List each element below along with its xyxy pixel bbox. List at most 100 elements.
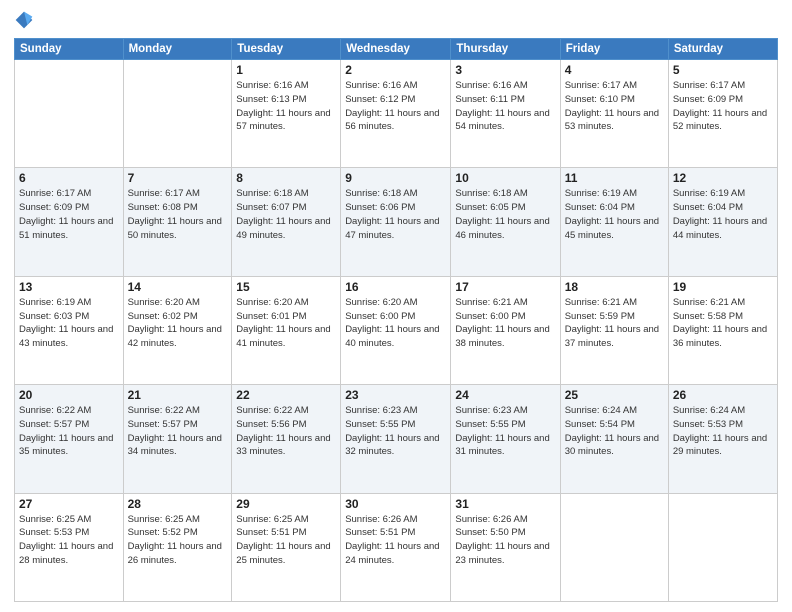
day-info: Sunrise: 6:25 AMSunset: 5:52 PMDaylight:… (128, 513, 228, 568)
day-info: Sunrise: 6:25 AMSunset: 5:51 PMDaylight:… (236, 513, 336, 568)
day-number: 11 (565, 171, 664, 185)
day-info: Sunrise: 6:19 AMSunset: 6:04 PMDaylight:… (673, 187, 773, 242)
calendar-day-cell: 5 Sunrise: 6:17 AMSunset: 6:09 PMDaylight… (668, 60, 777, 168)
weekday-header: Thursday (451, 39, 560, 60)
calendar-day-cell: 17 Sunrise: 6:21 AMSunset: 6:00 PMDayligh… (451, 276, 560, 384)
calendar-week-row: 20 Sunrise: 6:22 AMSunset: 5:57 PMDayligh… (15, 385, 778, 493)
calendar-day-cell: 26 Sunrise: 6:24 AMSunset: 5:53 PMDayligh… (668, 385, 777, 493)
calendar-day-cell: 18 Sunrise: 6:21 AMSunset: 5:59 PMDayligh… (560, 276, 668, 384)
day-number: 7 (128, 171, 228, 185)
calendar-day-cell (668, 493, 777, 601)
logo (14, 10, 40, 30)
day-info: Sunrise: 6:21 AMSunset: 5:58 PMDaylight:… (673, 296, 773, 351)
weekday-header-row: SundayMondayTuesdayWednesdayThursdayFrid… (15, 39, 778, 60)
day-info: Sunrise: 6:26 AMSunset: 5:51 PMDaylight:… (345, 513, 446, 568)
day-info: Sunrise: 6:19 AMSunset: 6:04 PMDaylight:… (565, 187, 664, 242)
calendar-day-cell: 19 Sunrise: 6:21 AMSunset: 5:58 PMDayligh… (668, 276, 777, 384)
day-info: Sunrise: 6:18 AMSunset: 6:05 PMDaylight:… (455, 187, 555, 242)
weekday-header: Monday (123, 39, 232, 60)
day-number: 26 (673, 388, 773, 402)
day-info: Sunrise: 6:26 AMSunset: 5:50 PMDaylight:… (455, 513, 555, 568)
weekday-header: Saturday (668, 39, 777, 60)
calendar-day-cell: 8Sunrise: 6:18 AMSunset: 6:07 PMDaylight… (232, 168, 341, 276)
calendar-day-cell: 24 Sunrise: 6:23 AMSunset: 5:55 PMDayligh… (451, 385, 560, 493)
day-number: 6 (19, 171, 119, 185)
day-info: Sunrise: 6:22 AMSunset: 5:57 PMDaylight:… (19, 404, 119, 459)
day-number: 16 (345, 280, 446, 294)
day-info: Sunrise: 6:17 AMSunset: 6:09 PMDaylight:… (673, 79, 773, 134)
calendar-day-cell: 25Sunrise: 6:24 AMSunset: 5:54 PMDayligh… (560, 385, 668, 493)
logo-icon (14, 10, 34, 30)
day-info: Sunrise: 6:24 AMSunset: 5:53 PMDaylight:… (673, 404, 773, 459)
day-number: 2 (345, 63, 446, 77)
day-info: Sunrise: 6:25 AMSunset: 5:53 PMDaylight:… (19, 513, 119, 568)
day-number: 3 (455, 63, 555, 77)
logo-area (14, 10, 40, 30)
day-number: 13 (19, 280, 119, 294)
calendar-day-cell: 6 Sunrise: 6:17 AMSunset: 6:09 PMDaylight… (15, 168, 124, 276)
calendar-day-cell: 11 Sunrise: 6:19 AMSunset: 6:04 PMDayligh… (560, 168, 668, 276)
day-info: Sunrise: 6:16 AMSunset: 6:13 PMDaylight:… (236, 79, 336, 134)
calendar-day-cell (123, 60, 232, 168)
day-number: 28 (128, 497, 228, 511)
day-info: Sunrise: 6:18 AMSunset: 6:06 PMDaylight:… (345, 187, 446, 242)
day-number: 31 (455, 497, 555, 511)
calendar-table: SundayMondayTuesdayWednesdayThursdayFrid… (14, 38, 778, 602)
calendar-week-row: 1Sunrise: 6:16 AMSunset: 6:13 PMDaylight… (15, 60, 778, 168)
day-number: 10 (455, 171, 555, 185)
day-info: Sunrise: 6:22 AMSunset: 5:57 PMDaylight:… (128, 404, 228, 459)
calendar-day-cell: 14Sunrise: 6:20 AMSunset: 6:02 PMDayligh… (123, 276, 232, 384)
day-info: Sunrise: 6:22 AMSunset: 5:56 PMDaylight:… (236, 404, 336, 459)
day-number: 15 (236, 280, 336, 294)
day-info: Sunrise: 6:17 AMSunset: 6:08 PMDaylight:… (128, 187, 228, 242)
calendar-day-cell: 29Sunrise: 6:25 AMSunset: 5:51 PMDayligh… (232, 493, 341, 601)
weekday-header: Wednesday (341, 39, 451, 60)
calendar-week-row: 6 Sunrise: 6:17 AMSunset: 6:09 PMDaylight… (15, 168, 778, 276)
calendar-day-cell (560, 493, 668, 601)
weekday-header: Friday (560, 39, 668, 60)
calendar-day-cell: 20 Sunrise: 6:22 AMSunset: 5:57 PMDayligh… (15, 385, 124, 493)
calendar-day-cell: 4 Sunrise: 6:17 AMSunset: 6:10 PMDaylight… (560, 60, 668, 168)
day-number: 8 (236, 171, 336, 185)
calendar-day-cell: 30 Sunrise: 6:26 AMSunset: 5:51 PMDayligh… (341, 493, 451, 601)
day-number: 12 (673, 171, 773, 185)
day-number: 30 (345, 497, 446, 511)
day-info: Sunrise: 6:16 AMSunset: 6:12 PMDaylight:… (345, 79, 446, 134)
calendar-day-cell: 23Sunrise: 6:23 AMSunset: 5:55 PMDayligh… (341, 385, 451, 493)
day-info: Sunrise: 6:21 AMSunset: 6:00 PMDaylight:… (455, 296, 555, 351)
day-info: Sunrise: 6:20 AMSunset: 6:00 PMDaylight:… (345, 296, 446, 351)
calendar-day-cell: 2 Sunrise: 6:16 AMSunset: 6:12 PMDaylight… (341, 60, 451, 168)
day-info: Sunrise: 6:19 AMSunset: 6:03 PMDaylight:… (19, 296, 119, 351)
calendar-day-cell: 9 Sunrise: 6:18 AMSunset: 6:06 PMDaylight… (341, 168, 451, 276)
day-number: 24 (455, 388, 555, 402)
day-number: 19 (673, 280, 773, 294)
day-info: Sunrise: 6:23 AMSunset: 5:55 PMDaylight:… (455, 404, 555, 459)
header (14, 10, 778, 30)
day-number: 17 (455, 280, 555, 294)
day-number: 9 (345, 171, 446, 185)
day-info: Sunrise: 6:17 AMSunset: 6:09 PMDaylight:… (19, 187, 119, 242)
day-number: 25 (565, 388, 664, 402)
day-number: 18 (565, 280, 664, 294)
calendar-day-cell: 15 Sunrise: 6:20 AMSunset: 6:01 PMDayligh… (232, 276, 341, 384)
calendar-day-cell: 10 Sunrise: 6:18 AMSunset: 6:05 PMDayligh… (451, 168, 560, 276)
day-info: Sunrise: 6:17 AMSunset: 6:10 PMDaylight:… (565, 79, 664, 134)
calendar-day-cell: 16 Sunrise: 6:20 AMSunset: 6:00 PMDayligh… (341, 276, 451, 384)
day-info: Sunrise: 6:20 AMSunset: 6:01 PMDaylight:… (236, 296, 336, 351)
calendar-week-row: 27Sunrise: 6:25 AMSunset: 5:53 PMDayligh… (15, 493, 778, 601)
calendar-day-cell: 22Sunrise: 6:22 AMSunset: 5:56 PMDayligh… (232, 385, 341, 493)
weekday-header: Tuesday (232, 39, 341, 60)
weekday-header: Sunday (15, 39, 124, 60)
calendar-day-cell: 12 Sunrise: 6:19 AMSunset: 6:04 PMDayligh… (668, 168, 777, 276)
calendar-day-cell: 13 Sunrise: 6:19 AMSunset: 6:03 PMDayligh… (15, 276, 124, 384)
day-number: 20 (19, 388, 119, 402)
day-number: 14 (128, 280, 228, 294)
calendar-day-cell: 31 Sunrise: 6:26 AMSunset: 5:50 PMDayligh… (451, 493, 560, 601)
day-number: 21 (128, 388, 228, 402)
day-info: Sunrise: 6:21 AMSunset: 5:59 PMDaylight:… (565, 296, 664, 351)
day-number: 4 (565, 63, 664, 77)
day-number: 5 (673, 63, 773, 77)
calendar-day-cell: 3Sunrise: 6:16 AMSunset: 6:11 PMDaylight… (451, 60, 560, 168)
calendar-day-cell: 21 Sunrise: 6:22 AMSunset: 5:57 PMDayligh… (123, 385, 232, 493)
calendar-day-cell (15, 60, 124, 168)
